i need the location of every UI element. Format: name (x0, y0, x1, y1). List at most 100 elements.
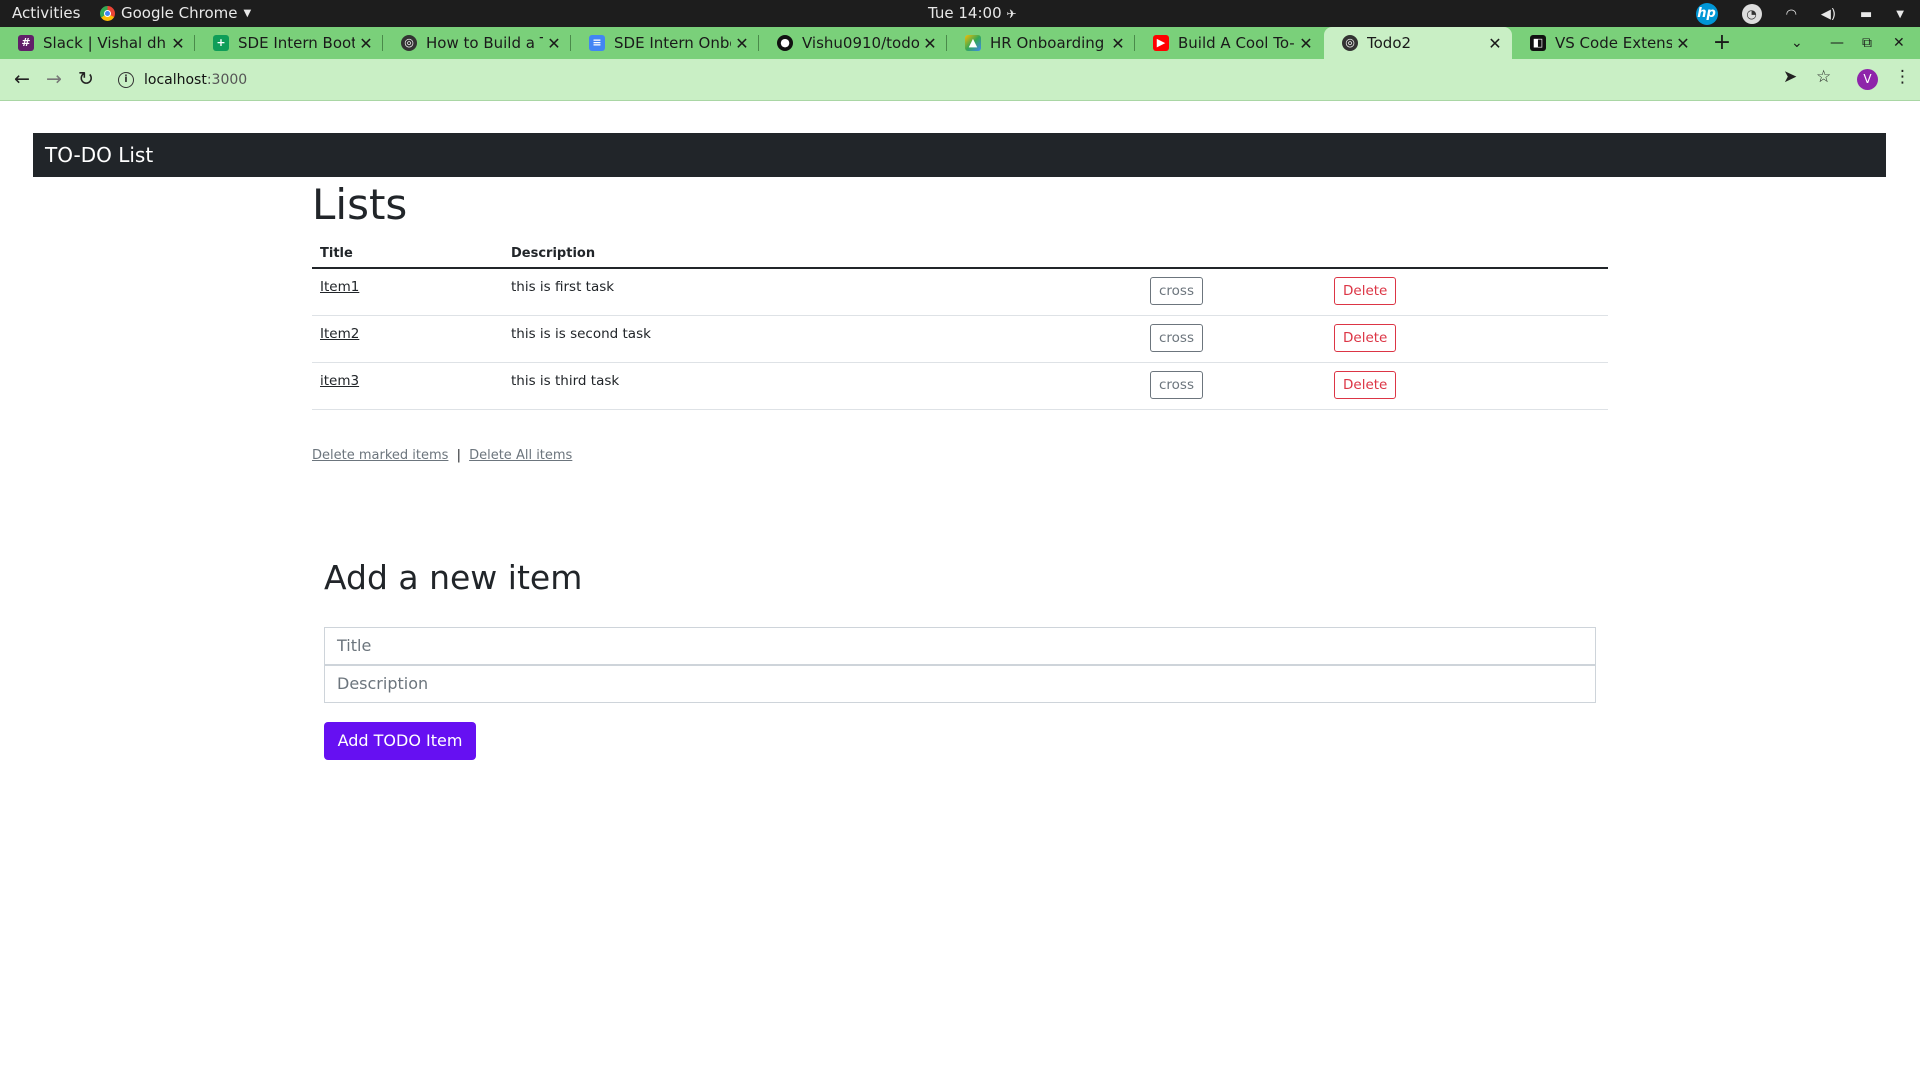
forward-button[interactable]: → (42, 67, 66, 91)
chrome-icon (100, 5, 115, 21)
cross-button[interactable]: cross (1150, 370, 1204, 399)
tab-how-to-build[interactable]: ◎ How to Build a To ✕ (383, 27, 571, 59)
close-window-button[interactable]: ✕ (1893, 27, 1905, 59)
cross-button[interactable]: cross (1150, 323, 1204, 352)
column-header-delete (1326, 239, 1608, 269)
navbar-brand[interactable]: TO-DO List (45, 143, 153, 167)
hp-icon[interactable]: hp (1695, 3, 1718, 25)
url-port: :3000 (206, 71, 248, 88)
youtube-icon: ▶ (1153, 35, 1169, 51)
item-title-link[interactable]: Item2 (320, 326, 359, 342)
globe-icon: ◎ (401, 35, 417, 51)
tab-title: Build A Cool To-Do (1178, 34, 1295, 52)
item-title-cell: Item2 (312, 315, 503, 363)
bulk-separator: | (456, 448, 461, 463)
slack-icon: # (18, 35, 34, 51)
globe-icon: ◎ (1342, 35, 1358, 51)
back-button[interactable]: ← (10, 67, 34, 91)
delete-button[interactable]: Delete (1334, 323, 1397, 352)
tab-sde-bootcamp[interactable]: + SDE Intern Bootca ✕ (195, 27, 383, 59)
delete-cell: Delete (1326, 362, 1608, 410)
item-title-link[interactable]: item3 (320, 373, 359, 389)
vscode-icon: ◧ (1530, 35, 1546, 51)
url-text[interactable]: localhost:3000 (144, 72, 247, 88)
address-bar[interactable]: i localhost:3000 (108, 65, 1780, 94)
tab-github[interactable]: ● Vishu0910/todoA ✕ (759, 27, 947, 59)
battery-icon[interactable]: ▬ (1860, 7, 1872, 22)
tab-title: SDE Intern Onboa (614, 34, 731, 52)
minimize-button[interactable]: — (1830, 27, 1844, 59)
clock[interactable]: Tue 14:00 ✈ (928, 4, 1016, 22)
delete-all-link[interactable]: Delete All items (469, 448, 572, 463)
alarm-icon: ✈ (1006, 7, 1017, 21)
close-icon[interactable]: ✕ (1484, 34, 1506, 53)
cross-cell: cross (1142, 268, 1326, 316)
title-input[interactable]: Title (324, 627, 1596, 665)
item-title-cell: Item1 (312, 268, 503, 316)
bulk-actions: Delete marked items | Delete All items (312, 448, 572, 463)
tab-slack[interactable]: # Slack | Vishal dhul ✕ (0, 27, 195, 59)
github-icon: ● (777, 35, 793, 51)
item-description: this is first task (503, 268, 1142, 316)
item-description: this is is second task (503, 315, 1142, 363)
description-input[interactable]: Description (324, 665, 1596, 703)
bookmark-star-icon[interactable]: ☆ (1816, 67, 1831, 87)
close-icon[interactable]: ✕ (919, 34, 941, 53)
wifi-icon[interactable]: ◠ (1786, 7, 1797, 22)
docs-icon: ≡ (589, 35, 605, 51)
tab-title: Vishu0910/todoA (802, 34, 919, 52)
tab-todo2[interactable]: ◎ Todo2 ✕ (1324, 27, 1512, 59)
add-todo-button[interactable]: Add TODO Item (324, 722, 476, 760)
table-row: Item2 this is is second task cross Delet… (312, 315, 1608, 363)
page-title: Lists (312, 180, 408, 229)
close-icon[interactable]: ✕ (167, 34, 189, 53)
close-icon[interactable]: ✕ (731, 34, 753, 53)
delete-button[interactable]: Delete (1334, 277, 1397, 305)
restore-button[interactable]: ⧉ (1862, 27, 1872, 59)
system-tray[interactable]: hp ◔ ◠ ◀) ▬ ▼ (1695, 3, 1904, 25)
app-menu[interactable]: Google Chrome ▼ (100, 4, 251, 22)
add-item-heading: Add a new item (324, 558, 583, 597)
tab-sde-onboarding[interactable]: ≡ SDE Intern Onboa ✕ (571, 27, 759, 59)
reload-button[interactable]: ↻ (74, 67, 98, 91)
delete-cell: Delete (1326, 315, 1608, 363)
close-icon[interactable]: ✕ (1107, 34, 1129, 53)
activities-button[interactable]: Activities (12, 4, 80, 22)
tab-title: How to Build a To (426, 34, 543, 52)
menu-kebab-icon[interactable]: ⋮ (1894, 67, 1911, 87)
clock-app-icon[interactable]: ◔ (1741, 4, 1762, 24)
browser-toolbar: ← → ↻ i localhost:3000 ➤ ☆ ⋮ (0, 59, 1920, 101)
power-menu-icon[interactable]: ▼ (1896, 9, 1904, 20)
tab-vscode-extension[interactable]: ◧ VS Code Extensio ✕ (1512, 27, 1700, 59)
close-icon[interactable]: ✕ (1672, 34, 1694, 53)
chevron-down-icon: ▼ (243, 7, 252, 19)
info-icon[interactable]: i (118, 71, 134, 88)
table-row: item3 this is third task cross Delete (312, 362, 1608, 410)
tab-hr-onboarding[interactable]: ▲ HR Onboarding D ✕ (947, 27, 1135, 59)
sheets-icon: + (213, 35, 229, 51)
volume-icon[interactable]: ◀) (1821, 7, 1836, 22)
tab-youtube[interactable]: ▶ Build A Cool To-Do ✕ (1135, 27, 1323, 59)
item-description: this is third task (503, 362, 1142, 410)
profile-avatar[interactable]: V (1857, 69, 1878, 90)
column-header-cross (1142, 239, 1326, 269)
close-icon[interactable]: ✕ (1295, 34, 1317, 53)
table-row: Item1 this is first task cross Delete (312, 268, 1608, 316)
tab-title: SDE Intern Bootca (238, 34, 355, 52)
close-icon[interactable]: ✕ (543, 34, 565, 53)
cross-cell: cross (1142, 315, 1326, 363)
item-title-link[interactable]: Item1 (320, 279, 359, 295)
tab-search-button[interactable]: ⌄ (1791, 27, 1803, 59)
cross-cell: cross (1142, 362, 1326, 410)
tab-title: VS Code Extensio (1555, 34, 1672, 52)
delete-cell: Delete (1326, 268, 1608, 316)
delete-button[interactable]: Delete (1334, 370, 1397, 399)
item-title-cell: item3 (312, 362, 503, 410)
cross-button[interactable]: cross (1150, 277, 1204, 305)
close-icon[interactable]: ✕ (355, 34, 377, 53)
column-header-title: Title (312, 239, 503, 269)
send-tab-icon[interactable]: ➤ (1783, 67, 1797, 87)
delete-marked-link[interactable]: Delete marked items (312, 448, 448, 463)
new-tab-button[interactable]: + (1710, 27, 1734, 59)
clock-label: Tue 14:00 (928, 4, 1002, 22)
